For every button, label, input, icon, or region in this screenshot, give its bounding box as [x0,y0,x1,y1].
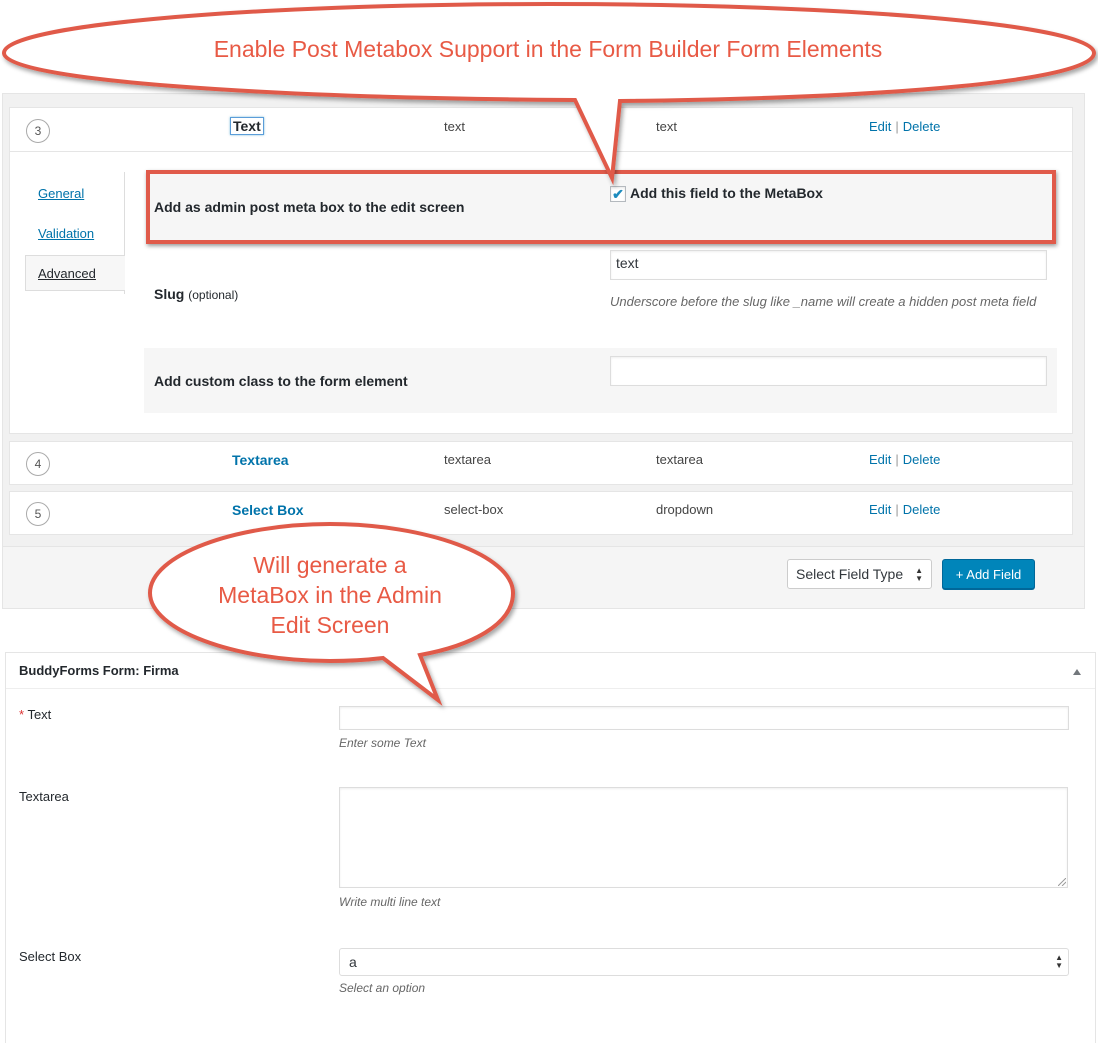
field-label-link[interactable]: Text [230,117,264,135]
field-type: textarea [656,452,703,467]
row-number: 3 [26,119,50,143]
delete-link[interactable]: Delete [903,452,941,467]
edit-link[interactable]: Edit [869,119,891,134]
slug-input[interactable]: text [610,250,1047,280]
separator: | [895,452,899,467]
triangle-up-icon[interactable] [1073,669,1081,675]
text-field-label-text: Text [27,707,52,722]
select-box-input[interactable]: a ▲ ▼ [339,948,1069,976]
field-label-link[interactable]: Textarea [232,452,289,468]
slug-optional: (optional) [188,288,239,302]
field-slug: text [444,119,465,134]
field-slug: select-box [444,502,504,517]
updown-arrows-icon: ▲ ▼ [915,566,923,583]
text-input[interactable] [339,706,1069,730]
tab-advanced[interactable]: Advanced [25,255,125,291]
tab-advanced-label: Advanced [38,266,96,281]
middle-callout-text: Will generate a MetaBox in the Admin Edi… [165,550,495,640]
resize-handle-icon[interactable] [1058,878,1066,886]
add-field-button[interactable]: + Add Field [942,559,1035,589]
custom-class-label: Add custom class to the form element [154,373,408,389]
slug-label-text: Slug [154,286,185,302]
middle-callout-line: Edit Screen [270,612,390,638]
delete-link[interactable]: Delete [903,119,941,134]
metabox-option-label: Add as admin post meta box to the edit s… [154,199,465,215]
select-box-value: a [349,954,357,970]
middle-callout-line: Will generate a [253,552,407,578]
top-callout-text: Enable Post Metabox Support in the Form … [213,36,883,62]
custom-class-input[interactable] [610,356,1047,386]
field-label-link[interactable]: Select Box [232,502,304,518]
updown-arrows-icon: ▲ ▼ [1055,953,1063,970]
edit-link[interactable]: Edit [869,452,891,467]
field-slug: textarea [444,452,491,467]
row-actions: Edit | Delete [869,119,940,134]
tab-general[interactable]: General [38,186,84,201]
edit-link[interactable]: Edit [869,502,891,517]
row-number: 5 [26,502,50,526]
checkmark-icon: ✔ [612,185,624,202]
metabox-checkbox-label: Add this field to the MetaBox [630,185,823,201]
text-field-label: * Text [19,707,51,722]
text-description: Enter some Text [339,736,426,750]
field-type: dropdown [656,502,714,517]
middle-callout-line: MetaBox in the Admin [218,582,442,608]
metabox-title: BuddyForms Form: Firma [19,663,179,678]
row-actions: Edit | Delete [869,452,940,467]
select-box-label: Select Box [19,949,82,964]
required-mark: * [19,707,25,722]
textarea-description: Write multi line text [339,895,441,909]
row-actions: Edit | Delete [869,502,940,517]
select-field-type-label: Select Field Type [796,566,904,582]
slug-label: Slug (optional) [154,286,238,302]
separator: | [895,119,899,134]
delete-link[interactable]: Delete [903,502,941,517]
row-number: 4 [26,452,50,476]
field-type: text [656,119,677,134]
textarea-input[interactable] [339,787,1068,888]
select-description: Select an option [339,981,426,995]
separator: | [895,502,899,517]
metabox-checkbox[interactable]: ✔ [610,186,626,202]
textarea-label: Textarea [19,789,69,804]
slug-description: Underscore before the slug like _name wi… [610,294,1037,309]
select-field-type[interactable]: Select Field Type ▲ ▼ [787,559,932,589]
tab-validation[interactable]: Validation [38,226,94,241]
